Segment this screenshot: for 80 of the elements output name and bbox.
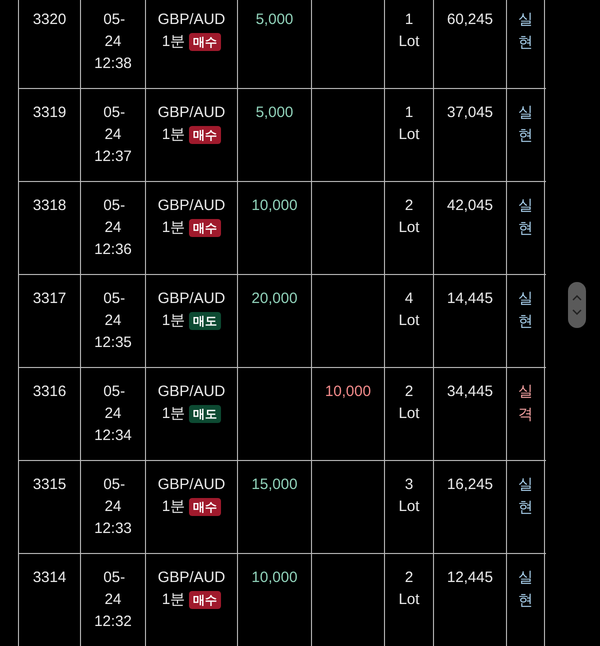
side-badge: 매도 <box>189 312 222 330</box>
trade-date: 05-24 <box>103 103 123 145</box>
lot-count: 3 <box>404 475 414 495</box>
profit-amount: 15,000 <box>252 475 298 495</box>
trade-date: 05-24 <box>103 10 123 52</box>
balance-amount: 16,245 <box>447 475 493 495</box>
lot-unit: Lot <box>398 404 420 424</box>
side-badge: 매수 <box>189 219 222 237</box>
profit-amount: 10,000 <box>252 196 298 216</box>
side-badge: 매수 <box>189 498 222 516</box>
trade-date: 05-24 <box>103 382 123 424</box>
currency-pair: GBP/AUD <box>158 568 226 588</box>
time-frame: 1분 <box>162 124 186 146</box>
lot-count: 1 <box>404 10 414 30</box>
lot-unit: Lot <box>398 497 420 517</box>
trade-date: 05-24 <box>103 475 123 517</box>
trade-date: 05-24 <box>103 196 123 238</box>
time-frame: 1분 <box>162 310 186 332</box>
side-badge: 매도 <box>189 405 222 423</box>
trade-time: 12:36 <box>94 240 132 260</box>
lot-unit: Lot <box>398 32 420 52</box>
result-status: 실격 <box>518 382 533 424</box>
profit-amount: 5,000 <box>256 103 294 123</box>
lot-count: 2 <box>404 568 414 588</box>
trade-time: 12:35 <box>94 333 132 353</box>
balance-amount: 37,045 <box>447 103 493 123</box>
trade-number: 3316 <box>32 382 66 402</box>
trade-number: 3315 <box>32 475 66 495</box>
profit-amount: 10,000 <box>252 568 298 588</box>
time-frame: 1분 <box>162 217 186 239</box>
result-status: 실현 <box>518 289 533 332</box>
lot-count: 4 <box>404 289 414 309</box>
lot-unit: Lot <box>398 590 420 610</box>
trade-number: 3317 <box>32 289 66 309</box>
balance-amount: 14,445 <box>447 289 493 309</box>
trade-date: 05-24 <box>103 568 123 610</box>
currency-pair: GBP/AUD <box>158 10 226 30</box>
profit-amount: 20,000 <box>252 289 298 309</box>
balance-amount: 34,445 <box>447 382 493 402</box>
trade-time: 12:38 <box>94 54 132 74</box>
trade-number: 3319 <box>32 103 66 123</box>
trade-time: 12:33 <box>94 519 132 539</box>
time-frame: 1분 <box>162 403 186 425</box>
lot-count: 1 <box>404 103 414 123</box>
up-chevron-icon <box>572 295 582 301</box>
currency-pair: GBP/AUD <box>158 196 226 216</box>
result-status: 실현 <box>518 568 533 610</box>
result-status: 실현 <box>518 196 533 238</box>
result-status: 실현 <box>518 103 533 146</box>
trade-time: 12:37 <box>94 147 132 167</box>
trade-time: 12:32 <box>94 612 132 632</box>
balance-amount: 42,045 <box>447 196 493 216</box>
trade-number: 3318 <box>32 196 66 216</box>
time-frame: 1분 <box>162 496 186 518</box>
loss-amount: 10,000 <box>325 382 371 402</box>
balance-amount: 12,445 <box>447 568 493 588</box>
time-frame: 1분 <box>162 589 186 611</box>
lot-count: 2 <box>404 196 414 216</box>
side-badge: 매수 <box>189 33 222 51</box>
trade-time: 12:34 <box>94 426 132 446</box>
trade-number: 3314 <box>32 568 66 588</box>
trade-date: 05-24 <box>103 289 123 331</box>
lot-count: 2 <box>404 382 414 402</box>
lot-unit: Lot <box>398 125 420 145</box>
lot-unit: Lot <box>398 218 420 238</box>
profit-amount: 5,000 <box>256 10 294 30</box>
time-frame: 1분 <box>162 31 186 53</box>
currency-pair: GBP/AUD <box>158 103 226 123</box>
result-status: 실현 <box>518 10 533 52</box>
trade-number: 3320 <box>32 10 66 30</box>
scroll-handle[interactable] <box>568 282 586 328</box>
currency-pair: GBP/AUD <box>158 382 226 402</box>
currency-pair: GBP/AUD <box>158 289 226 309</box>
balance-amount: 60,245 <box>447 10 493 30</box>
lot-unit: Lot <box>398 311 420 331</box>
result-status: 실현 <box>518 475 533 518</box>
currency-pair: GBP/AUD <box>158 475 226 495</box>
down-chevron-icon <box>572 309 582 315</box>
side-badge: 매수 <box>189 126 222 144</box>
side-badge: 매수 <box>189 591 222 609</box>
